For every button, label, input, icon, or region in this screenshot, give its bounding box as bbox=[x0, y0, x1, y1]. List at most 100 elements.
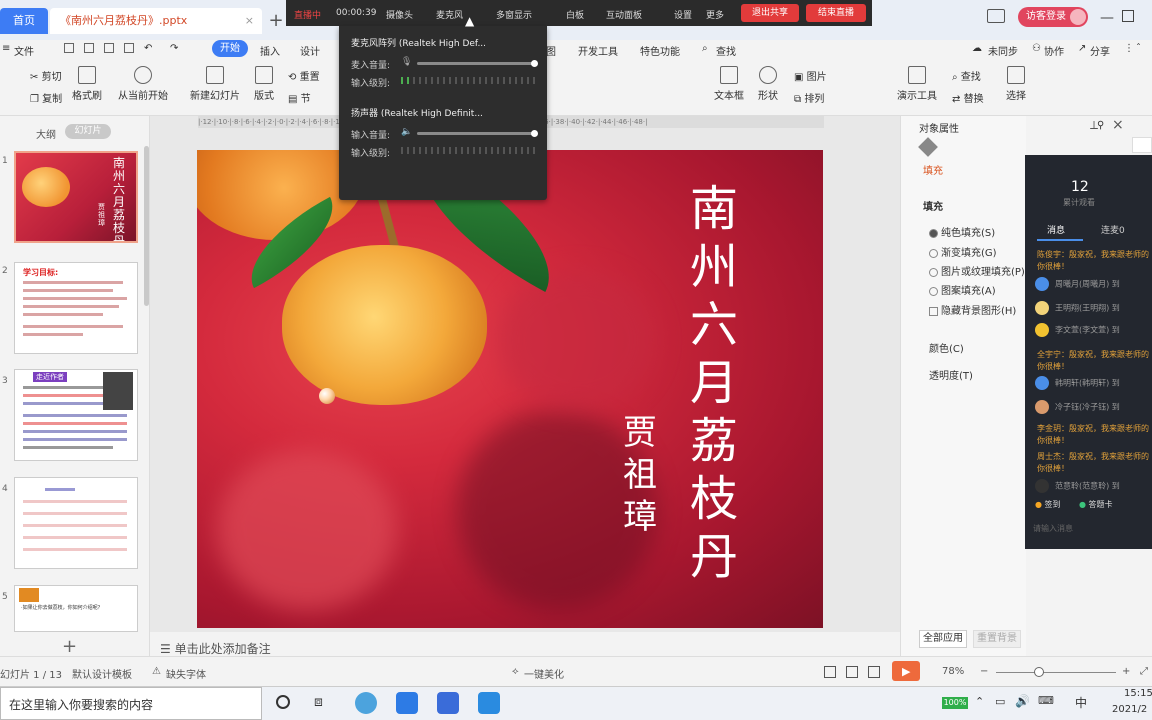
slide-thumbnail-2[interactable]: 学习目标: bbox=[14, 262, 138, 354]
zoom-out-icon[interactable]: − bbox=[980, 666, 988, 677]
from-current-button[interactable]: 从当前开始 bbox=[118, 66, 168, 102]
hide-background-checkbox[interactable]: 隐藏背景图形(H) bbox=[929, 302, 1016, 317]
save-icon[interactable] bbox=[64, 43, 74, 53]
whiteboard-button[interactable]: 白板 bbox=[566, 8, 584, 21]
sorter-view-icon[interactable] bbox=[846, 666, 858, 678]
replace-button[interactable]: ⇄ 替换 bbox=[952, 90, 984, 105]
network-icon[interactable]: ▭ bbox=[995, 695, 1005, 708]
menu-share[interactable]: 分享 bbox=[1090, 43, 1110, 58]
fit-window-icon[interactable]: ⤢ bbox=[1140, 666, 1148, 677]
reset-button[interactable]: ⟲ 重置 bbox=[288, 68, 320, 83]
menu-animation[interactable]: 图 bbox=[546, 43, 556, 58]
slide-1[interactable]: 南州六月荔枝丹 贾祖璋 bbox=[197, 150, 823, 628]
tray-arrow-icon[interactable]: ⌃ bbox=[975, 695, 984, 708]
tab-document[interactable]: 《南州六月荔枝丹》.pptx × bbox=[50, 8, 262, 34]
beautify-button[interactable]: 一键美化 bbox=[524, 666, 564, 681]
add-slide-icon[interactable]: + bbox=[62, 636, 77, 657]
mic-button[interactable]: 麦克风 bbox=[436, 8, 463, 21]
input-method-icon[interactable]: ⌨ bbox=[1038, 694, 1054, 707]
browser-icon[interactable] bbox=[355, 692, 377, 714]
speaker-volume-slider[interactable] bbox=[417, 132, 535, 135]
cortana-icon[interactable] bbox=[276, 695, 290, 709]
slide-thumbnail-1[interactable]: 南州六月荔枝丹 贾祖璋 bbox=[14, 151, 138, 243]
menu-search[interactable]: 查找 bbox=[716, 43, 736, 58]
missing-font-button[interactable]: 缺失字体 bbox=[166, 666, 206, 681]
sync-status[interactable]: 未同步 bbox=[988, 43, 1018, 58]
section-button[interactable]: ▤ 节 bbox=[288, 90, 311, 105]
tab-home[interactable]: 首页 bbox=[0, 8, 48, 34]
pin-icon[interactable]: ⚲ bbox=[1097, 120, 1104, 131]
more-icon[interactable]: ⋮ bbox=[1124, 43, 1134, 54]
preview-icon[interactable] bbox=[124, 43, 134, 53]
ime-indicator[interactable]: 中 bbox=[1075, 694, 1087, 711]
shape-button[interactable]: 形状 bbox=[758, 66, 778, 102]
apply-all-button[interactable]: 全部应用 bbox=[919, 630, 967, 648]
thumbnail-scrollbar[interactable] bbox=[144, 146, 149, 306]
menu-devtools[interactable]: 开发工具 bbox=[578, 43, 618, 58]
select-button[interactable]: 选择 bbox=[1006, 66, 1026, 102]
search-icon[interactable]: ⌕ bbox=[702, 43, 708, 54]
redo-icon[interactable]: ↷ bbox=[170, 43, 178, 54]
quiz-button[interactable]: ● 答题卡 bbox=[1079, 499, 1113, 510]
close-tab-icon[interactable]: × bbox=[245, 8, 254, 34]
slide-author[interactable]: 贾祖璋 bbox=[615, 412, 665, 538]
tab-messages[interactable]: 消息 bbox=[1047, 223, 1065, 236]
slide-thumbnail-4[interactable] bbox=[14, 477, 138, 569]
close-panel-icon[interactable]: × bbox=[1112, 117, 1124, 133]
textbox-button[interactable]: 文本框 bbox=[714, 66, 744, 102]
multiwindow-button[interactable]: 多窗显示 bbox=[496, 8, 532, 21]
present-tools-button[interactable]: 演示工具 bbox=[897, 66, 937, 102]
radio-solid-fill[interactable]: 纯色填充(S) bbox=[929, 224, 995, 239]
cut-button[interactable]: ✂ 剪切 bbox=[30, 68, 62, 83]
chat-input[interactable]: 请输入消息 bbox=[1033, 523, 1073, 534]
avatar[interactable] bbox=[1070, 9, 1086, 25]
menu-insert[interactable]: 插入 bbox=[260, 43, 280, 58]
pin-panel-icon[interactable]: ⟂ bbox=[1090, 118, 1098, 133]
mic-volume-slider[interactable] bbox=[417, 62, 535, 65]
export-icon[interactable] bbox=[84, 43, 94, 53]
format-painter-button[interactable]: 格式刷 bbox=[72, 66, 102, 102]
menu-design[interactable]: 设计 bbox=[300, 43, 320, 58]
interact-panel-button[interactable]: 互动面板 bbox=[606, 8, 642, 21]
normal-view-icon[interactable] bbox=[824, 666, 836, 678]
menu-collab[interactable]: 协作 bbox=[1044, 43, 1064, 58]
mic-device-name[interactable]: 麦克风阵列 (Realtek High Def... bbox=[351, 36, 486, 49]
taskbar-search-input[interactable]: 在这里输入你要搜索的内容 bbox=[0, 687, 262, 720]
reset-background-button[interactable]: 重置背景 bbox=[973, 630, 1021, 648]
print-icon[interactable] bbox=[104, 43, 114, 53]
tab-outline[interactable]: 大纲 bbox=[36, 126, 56, 141]
clock-time[interactable]: 15:15 bbox=[1124, 688, 1152, 699]
layout-button[interactable]: 版式 bbox=[254, 66, 274, 102]
fill-bucket-icon[interactable] bbox=[918, 137, 938, 157]
template-name[interactable]: 默认设计模板 bbox=[72, 666, 132, 681]
live-app-icon[interactable] bbox=[478, 692, 500, 714]
tab-online[interactable]: 连麦0 bbox=[1101, 223, 1125, 236]
new-tab-button[interactable]: + bbox=[266, 10, 286, 32]
side-tool-icon[interactable] bbox=[1132, 137, 1152, 153]
maximize-icon[interactable] bbox=[1122, 10, 1134, 22]
volume-icon[interactable]: 🔊 bbox=[1015, 694, 1030, 708]
tab-slides[interactable]: 幻灯片 bbox=[65, 124, 111, 139]
zoom-slider[interactable] bbox=[996, 672, 1116, 673]
clock-date[interactable]: 2021/2 bbox=[1112, 704, 1147, 715]
slide-thumbnail-3[interactable]: 走近作者 bbox=[14, 369, 138, 461]
layout-icon[interactable] bbox=[987, 9, 1005, 23]
new-slide-button[interactable]: 新建幻灯片 bbox=[190, 66, 240, 102]
collapse-ribbon-icon[interactable]: ˆ bbox=[1136, 43, 1141, 54]
slideshow-play-button[interactable]: ▶ bbox=[892, 661, 920, 681]
copy-button[interactable]: ❐ 复制 bbox=[30, 90, 62, 105]
radio-pattern-fill[interactable]: 图案填充(A) bbox=[929, 282, 996, 297]
collab-icon[interactable]: ⚇ bbox=[1032, 43, 1041, 54]
undo-icon[interactable]: ↶ bbox=[144, 43, 152, 54]
notes-placeholder[interactable]: ☰ 单击此处添加备注 bbox=[160, 640, 271, 657]
minimize-icon[interactable]: — bbox=[1100, 10, 1114, 26]
radio-picture-fill[interactable]: 图片或纹理填充(P) bbox=[929, 263, 1025, 278]
zoom-in-icon[interactable]: + bbox=[1122, 666, 1130, 677]
battery-indicator[interactable]: 100% bbox=[942, 697, 968, 709]
menu-special[interactable]: 特色功能 bbox=[640, 43, 680, 58]
slide-title[interactable]: 南州六月荔枝丹 bbox=[685, 180, 745, 586]
menu-file[interactable]: 文件 bbox=[14, 43, 34, 58]
cloud-icon[interactable]: ☁ bbox=[972, 43, 982, 54]
mic-volume-knob[interactable] bbox=[531, 60, 538, 67]
find-button[interactable]: ⌕ 查找 bbox=[952, 68, 981, 83]
